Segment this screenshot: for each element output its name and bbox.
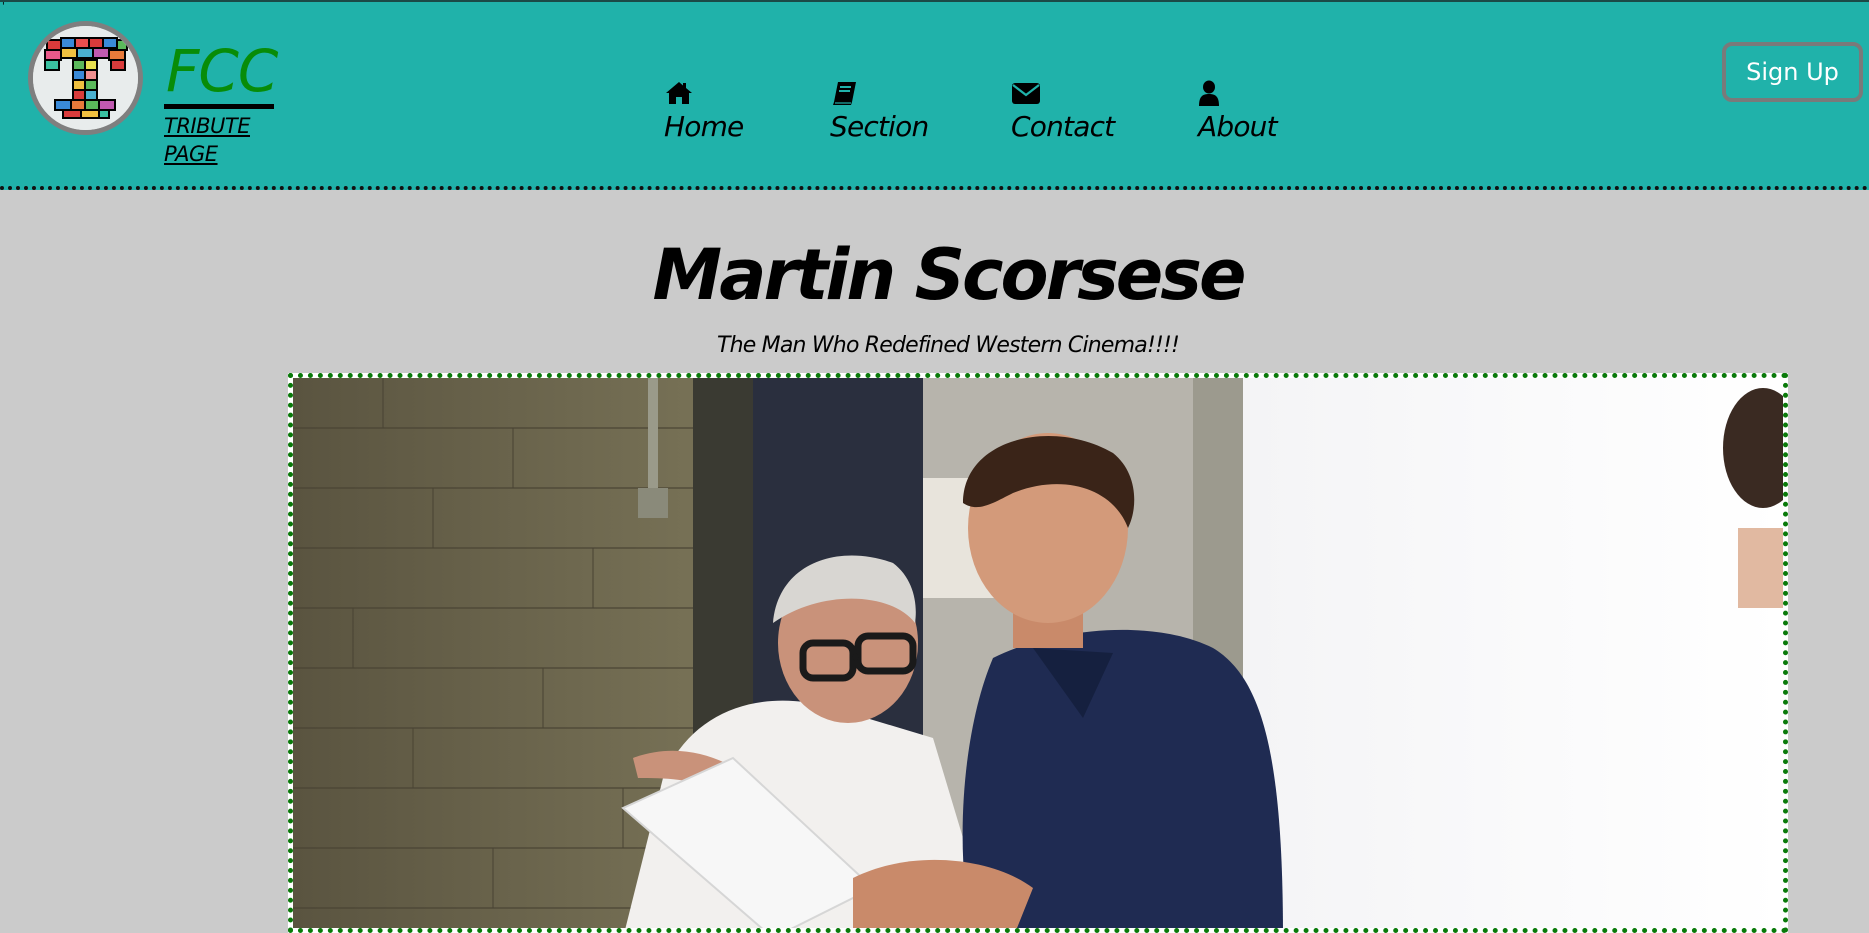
tribute-logo[interactable]: [28, 21, 143, 135]
nav-label-about: About: [1198, 110, 1278, 143]
home-icon: [664, 80, 744, 106]
book-icon: [830, 80, 928, 106]
site-header: ' FCC TRIBUTE PAGE Home Section Contact …: [0, 0, 1869, 190]
nav-label-home: Home: [664, 110, 744, 143]
stray-mark: ': [2, 1, 5, 12]
nav-item-about[interactable]: About: [1198, 80, 1278, 144]
user-icon: [1198, 80, 1277, 106]
brand-title[interactable]: FCC: [164, 38, 278, 109]
tribute-photo: [288, 373, 1788, 933]
brand[interactable]: FCC TRIBUTE PAGE: [164, 38, 278, 168]
logo-t-icon: [33, 26, 138, 130]
page-subtitle: The Man Who Redefined Western Cinema!!!!: [716, 333, 1180, 358]
page-title: Martin Scorsese: [652, 234, 1247, 316]
sign-up-button[interactable]: Sign Up: [1722, 42, 1863, 102]
nav-item-section[interactable]: Section: [830, 80, 929, 144]
brand-subtitle[interactable]: TRIBUTE PAGE: [164, 112, 264, 168]
nav-item-contact[interactable]: Contact: [1011, 80, 1115, 144]
nav-label-contact: Contact: [1011, 110, 1115, 143]
nav-item-home[interactable]: Home: [664, 80, 744, 144]
photo-of-martin-scorsese-with-actor-icon: [293, 378, 1783, 928]
nav-label-section: Section: [830, 110, 929, 143]
envelope-icon: [1011, 80, 1114, 106]
